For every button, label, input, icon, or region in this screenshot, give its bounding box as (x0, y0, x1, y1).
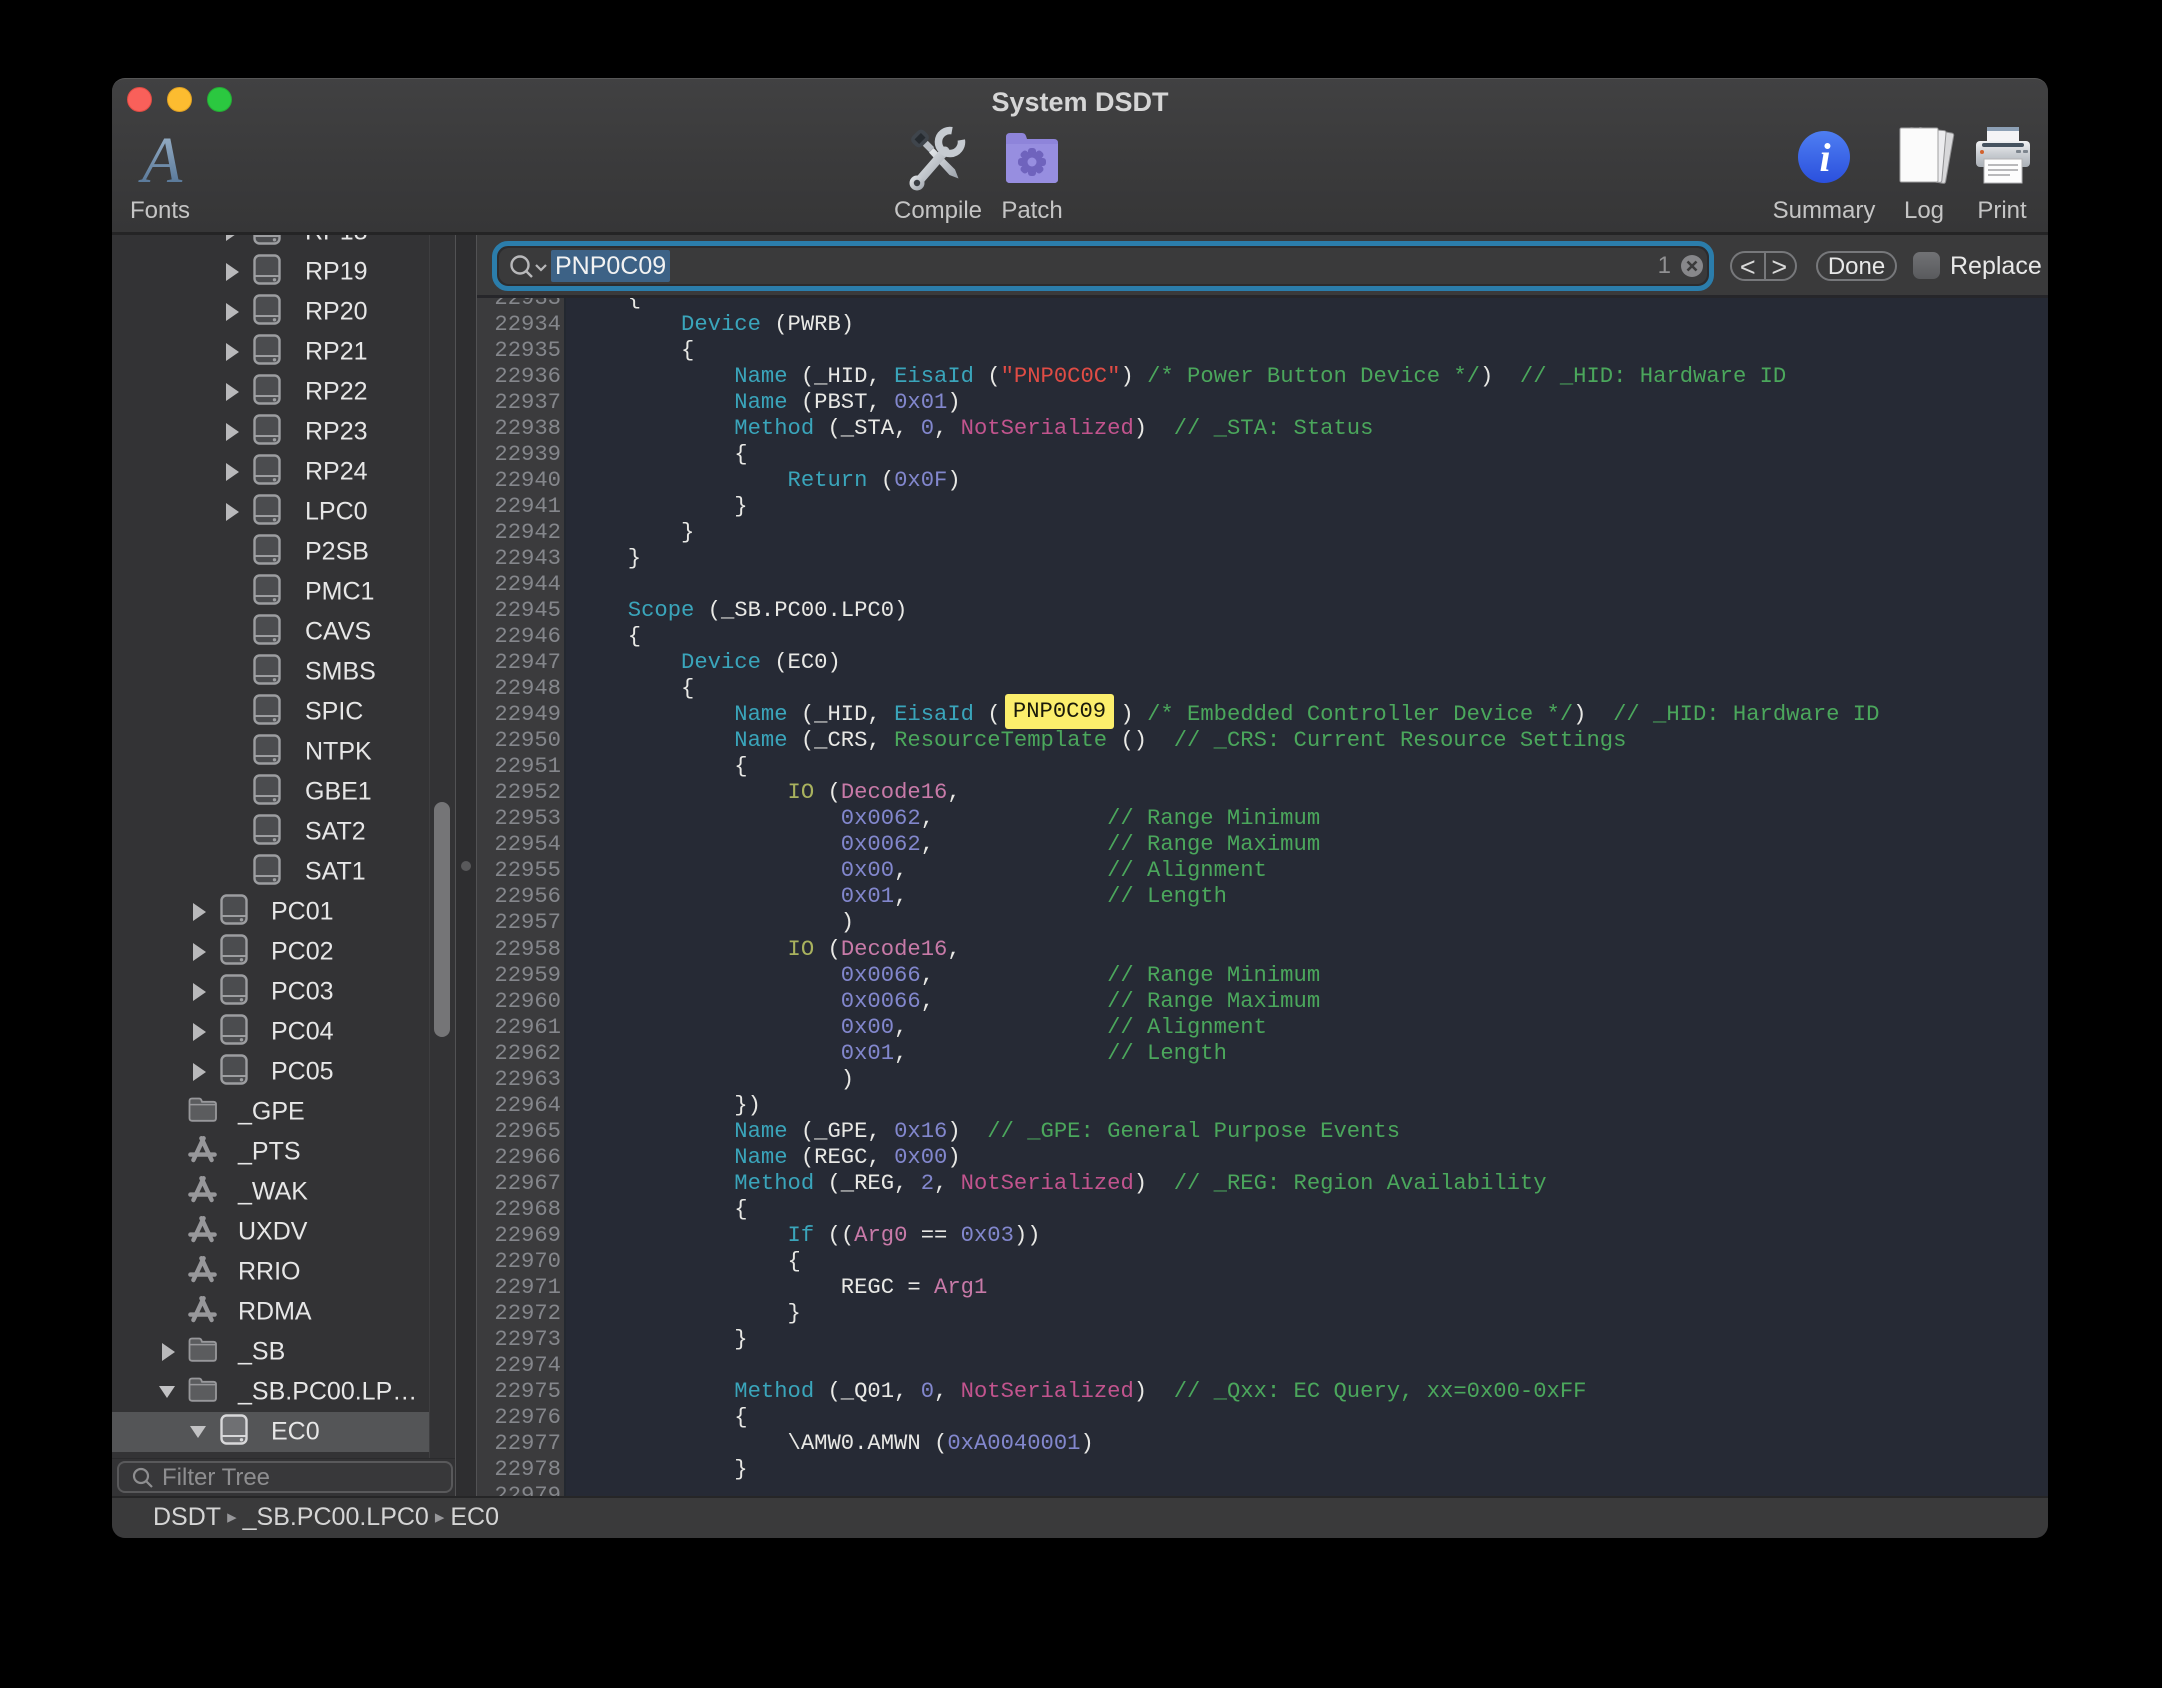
svg-text:i: i (1819, 135, 1830, 180)
